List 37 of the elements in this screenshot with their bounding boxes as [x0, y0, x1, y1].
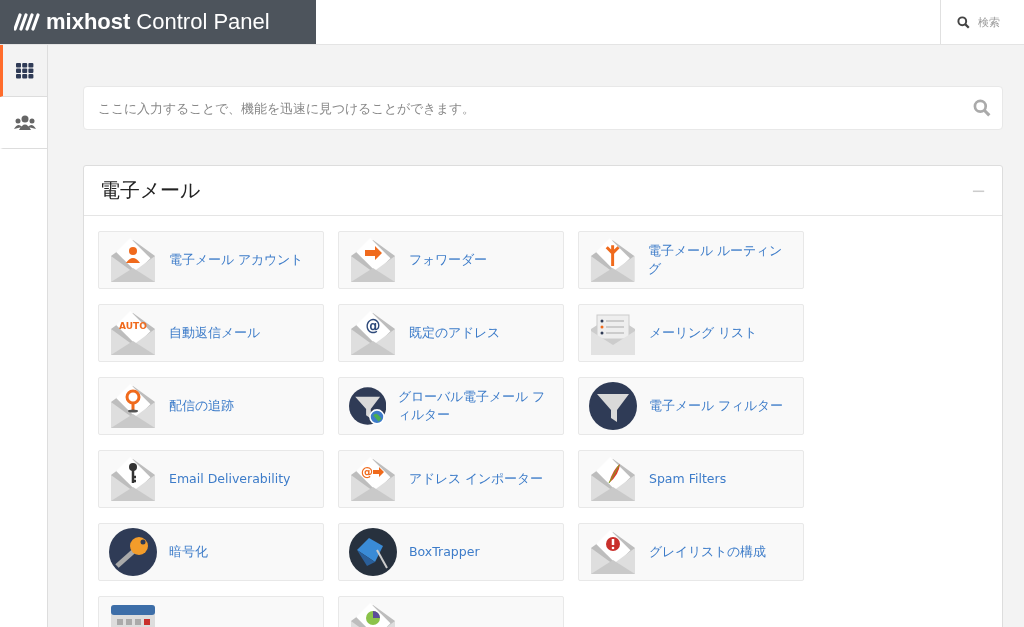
envelope-fork-icon [589, 236, 637, 284]
sidebar-tab[interactable] [0, 45, 48, 97]
sidebar-tab[interactable] [0, 97, 48, 149]
key-icon [109, 528, 157, 576]
box-trap-icon [349, 528, 397, 576]
feature-tile[interactable]: 電子メール アカウント [98, 231, 324, 289]
feature-tile[interactable]: メーリング リスト [578, 304, 804, 362]
funnel-icon [589, 382, 637, 430]
envelope-pin-icon [109, 382, 157, 430]
logo-brand: mixhost [46, 9, 131, 35]
feature-tile[interactable]: グレイリストの構成 [578, 523, 804, 581]
feature-tile[interactable]: AUTO 自動返信メール [98, 304, 324, 362]
feature-tile[interactable]: @ アドレス インポーター [338, 450, 564, 508]
search-label[interactable]: 検索 [978, 14, 1000, 30]
feature-tile[interactable]: 暗号化 [98, 523, 324, 581]
feature-tile[interactable]: Email Deliverability [98, 450, 324, 508]
feature-tile[interactable]: BoxTrapper [338, 523, 564, 581]
feature-tile[interactable]: グローバル電子メール フィルター [338, 377, 564, 435]
envelope-key-icon [109, 455, 157, 503]
envelope-feather-icon [589, 455, 637, 503]
envelope-arrow-icon [349, 236, 397, 284]
search-icon[interactable] [957, 15, 970, 29]
search-field[interactable]: ここに入力することで、機能を迅速に見つけることができます。 [83, 86, 1003, 130]
feature-tile[interactable]: 配信の追跡 [98, 377, 324, 435]
feature-tile[interactable]: フォワーダー [338, 231, 564, 289]
envelope-person-icon [109, 236, 157, 284]
feature-tile[interactable]: @ 既定のアドレス [338, 304, 564, 362]
grid-icon [16, 62, 34, 79]
feature-tile[interactable]: 電子メール フィルター [578, 377, 804, 435]
envelope-alert-icon [589, 528, 637, 576]
logo-icon [14, 13, 40, 31]
section-title: 電子メール [100, 177, 200, 204]
users-icon [14, 114, 36, 131]
feature-tile[interactable]: 電子メール ルーティング [578, 231, 804, 289]
logo-banner[interactable]: mixhost Control Panel [0, 0, 316, 44]
logo-product: Control Panel [136, 9, 270, 35]
feature-tile[interactable]: Spam Filters [578, 450, 804, 508]
